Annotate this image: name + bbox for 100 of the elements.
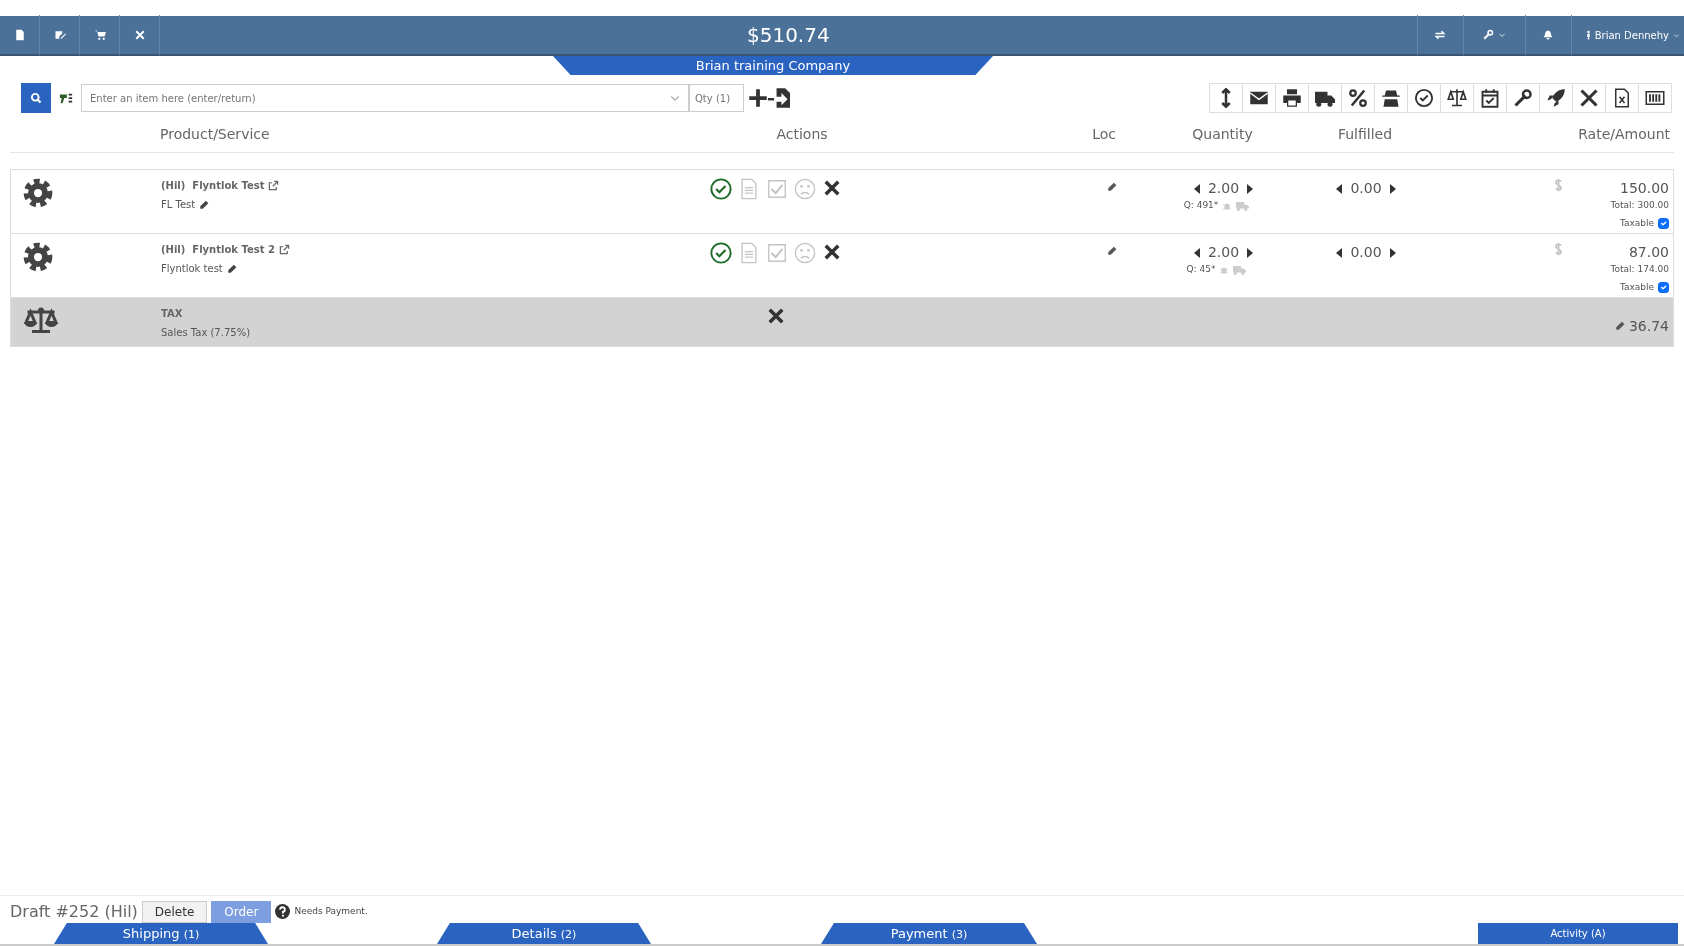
spreadsheet-icon	[1612, 88, 1632, 108]
decrease-arrow-icon[interactable]	[1336, 183, 1343, 194]
percent-button[interactable]	[1341, 83, 1375, 113]
dollar-icon	[1553, 178, 1563, 192]
checkbox-icon[interactable]	[766, 178, 788, 200]
rate-amount: 87.00	[1627, 243, 1669, 262]
fulfilled-value: 0.00	[1350, 243, 1382, 262]
stock-quantity: Q: 491*	[1183, 199, 1219, 212]
gear-icon	[23, 178, 53, 208]
document-icon	[13, 29, 26, 41]
truck-icon	[1233, 264, 1247, 275]
calendar-check-button[interactable]	[1473, 83, 1507, 113]
scale-icon	[1447, 88, 1467, 108]
decrease-arrow-icon[interactable]	[1336, 247, 1343, 258]
dollar-icon	[1553, 242, 1563, 256]
remove-icon[interactable]	[766, 306, 786, 326]
help-icon	[275, 904, 291, 919]
check-circle-icon[interactable]	[710, 242, 732, 264]
scale-icon	[23, 306, 59, 336]
taxable-label: Taxable	[1619, 280, 1654, 294]
decrease-arrow-icon[interactable]	[1193, 183, 1200, 194]
tax-amount: 36.74	[1628, 316, 1669, 336]
truck-button[interactable]	[1308, 83, 1342, 113]
taxable-checkbox[interactable]	[1658, 217, 1669, 229]
taxable-checkbox[interactable]	[1658, 281, 1669, 293]
check-circle-icon	[1414, 88, 1434, 108]
item-description: FL Test	[161, 198, 196, 212]
calendar-check-icon	[1480, 88, 1500, 108]
add-icon[interactable]	[748, 88, 768, 108]
quantity-field[interactable]: Qty (1)	[689, 84, 744, 112]
search-button[interactable]	[21, 83, 51, 113]
printer-button[interactable]	[1275, 83, 1309, 113]
barcode-icon	[1645, 88, 1665, 108]
rocket-button[interactable]	[1539, 83, 1573, 113]
checkbox-icon[interactable]	[766, 242, 788, 264]
resize-button[interactable]	[1209, 83, 1243, 113]
edit-icon[interactable]	[1107, 182, 1117, 192]
edit-icon[interactable]	[226, 263, 237, 274]
caret-icon	[1498, 31, 1507, 39]
printer-icon	[1282, 88, 1302, 108]
tax-name: TAX	[161, 307, 184, 321]
increase-arrow-icon[interactable]	[1247, 183, 1254, 194]
tab[interactable]: Payment (3)	[821, 923, 1037, 944]
envelope-button[interactable]	[1242, 83, 1276, 113]
column-header: Product/Service	[160, 126, 270, 142]
person-icon	[1585, 30, 1591, 40]
spreadsheet-button[interactable]	[1605, 83, 1639, 113]
swap-icon	[1434, 29, 1447, 41]
draft-title: Draft #252 (Hil)	[10, 900, 138, 923]
stock-quantity: Q: 45*	[1186, 263, 1216, 276]
quantity-value: 2.00	[1207, 179, 1240, 198]
column-header: Quantity	[1192, 126, 1253, 142]
increase-arrow-icon[interactable]	[1389, 183, 1396, 194]
user-menu[interactable]: Brian Dennehy	[1570, 15, 1684, 55]
status-text: Needs Payment.	[294, 904, 368, 918]
line-total: Total: 174.00	[1610, 263, 1669, 276]
scale-button[interactable]	[1440, 83, 1474, 113]
tab[interactable]: Shipping (1)	[54, 923, 268, 944]
column-header: Loc	[1092, 126, 1116, 142]
column-header: Rate/Amount	[1578, 126, 1670, 142]
increase-arrow-icon[interactable]	[1247, 247, 1254, 258]
edit-icon[interactable]	[1107, 246, 1117, 256]
line-total: Total: 300.00	[1610, 199, 1669, 212]
item-name: (Hil) Flyntlok Test 2	[161, 243, 275, 257]
tab[interactable]: Details (2)	[437, 923, 651, 944]
search-icon	[30, 92, 42, 104]
decrease-arrow-icon[interactable]	[1193, 247, 1200, 258]
tab[interactable]: Activity (A)	[1478, 923, 1678, 944]
column-header: Fulfilled	[1337, 126, 1393, 142]
column-header: Actions	[776, 126, 828, 142]
check-circle-button[interactable]	[1407, 83, 1441, 113]
delete-button[interactable]: Delete	[141, 900, 208, 923]
item-description: Flyntlok test	[161, 262, 223, 276]
item-name: (Hil) Flyntlok Test	[161, 179, 265, 193]
order-total: $510.74	[745, 22, 831, 49]
external-link-icon[interactable]	[278, 244, 290, 255]
barcode-button[interactable]	[1638, 83, 1672, 113]
fulfilled-value: 0.00	[1350, 179, 1382, 198]
bell-icon	[1542, 29, 1555, 41]
rate-amount: 150.00	[1619, 179, 1669, 198]
item-search-field[interactable]: Enter an item here (enter/return)	[81, 84, 689, 112]
percent-icon	[1348, 88, 1368, 108]
increase-arrow-icon[interactable]	[1389, 247, 1396, 258]
scanner-icon[interactable]	[59, 91, 73, 105]
caret-icon	[1673, 31, 1680, 39]
remove-icon[interactable]	[822, 242, 842, 262]
rocket-icon	[1546, 88, 1566, 108]
edit-icon	[53, 29, 66, 41]
import-icon[interactable]	[768, 88, 790, 108]
external-link-icon[interactable]	[268, 180, 280, 191]
tax-description: Sales Tax (7.75%)	[161, 326, 252, 340]
taxable-label: Taxable	[1619, 216, 1654, 230]
edit-icon[interactable]	[199, 199, 210, 210]
check-circle-icon[interactable]	[710, 178, 732, 200]
company-name: Brian training Company	[553, 56, 993, 75]
edit-icon[interactable]	[1614, 321, 1625, 331]
quantity-value: 2.00	[1207, 243, 1240, 262]
remove-icon[interactable]	[822, 178, 842, 198]
truck-icon	[1236, 200, 1250, 211]
gear-icon	[23, 242, 53, 272]
